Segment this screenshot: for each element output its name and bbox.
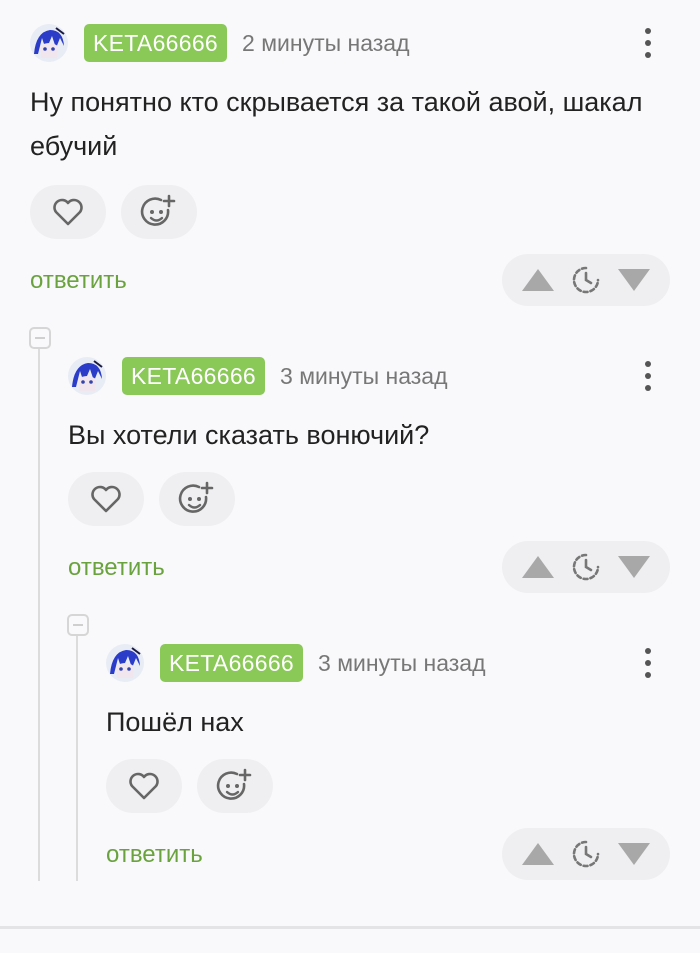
rating-control	[502, 541, 670, 593]
comment-time: 3 минуты назад	[280, 362, 448, 389]
thread-line-level-1	[38, 349, 40, 881]
avatar[interactable]	[68, 357, 106, 395]
add-reaction-button[interactable]	[197, 759, 273, 813]
username-badge[interactable]: KETA66666	[122, 357, 266, 395]
comment: KETA66666 3 минуты назад Пошёл нах ответ…	[106, 644, 700, 884]
more-vertical-icon[interactable]	[636, 26, 660, 60]
like-button[interactable]	[30, 185, 106, 239]
divider	[0, 926, 700, 929]
heart-icon	[129, 772, 159, 800]
heart-icon	[91, 485, 121, 513]
clock-icon[interactable]	[572, 840, 600, 868]
reply-link[interactable]: ответить	[30, 267, 127, 295]
like-button[interactable]	[106, 759, 182, 813]
arrow-down-icon[interactable]	[617, 555, 651, 579]
add-emoji-icon	[178, 481, 214, 513]
comment: KETA66666 3 минуты назад Вы хотели сказа…	[68, 357, 700, 597]
add-emoji-icon	[140, 194, 176, 226]
comment-time: 2 минуты назад	[242, 29, 410, 56]
add-reaction-button[interactable]	[121, 185, 197, 239]
comment-time: 3 минуты назад	[318, 649, 486, 676]
arrow-down-icon[interactable]	[617, 842, 651, 866]
comment-header: KETA66666 3 минуты назад	[106, 644, 700, 682]
arrow-down-icon[interactable]	[617, 268, 651, 292]
arrow-up-icon[interactable]	[521, 268, 555, 292]
comment-header: KETA66666 3 минуты назад	[68, 357, 700, 395]
arrow-up-icon[interactable]	[521, 842, 555, 866]
username-badge[interactable]: KETA66666	[160, 644, 304, 682]
like-button[interactable]	[68, 472, 144, 526]
comment-text: Пошёл нах	[106, 707, 244, 737]
rating-control	[502, 254, 670, 306]
clock-icon[interactable]	[572, 553, 600, 581]
add-emoji-icon	[216, 768, 252, 800]
clock-icon[interactable]	[572, 266, 600, 294]
reply-link[interactable]: ответить	[68, 554, 165, 582]
comment-header: KETA66666 2 минуты назад	[30, 24, 700, 62]
comment-text: Ну понятно кто скрывается за такой авой,…	[30, 87, 643, 161]
thread-line-level-2	[76, 636, 78, 881]
comment: KETA66666 2 минуты назад Ну понятно кто …	[30, 24, 700, 314]
username-badge[interactable]: KETA66666	[84, 24, 228, 62]
heart-icon	[53, 198, 83, 226]
reply-link[interactable]: ответить	[106, 841, 203, 869]
collapse-thread-button[interactable]	[67, 614, 89, 636]
add-reaction-button[interactable]	[159, 472, 235, 526]
more-vertical-icon[interactable]	[636, 359, 660, 393]
collapse-thread-button[interactable]	[29, 327, 51, 349]
avatar[interactable]	[30, 24, 68, 62]
arrow-up-icon[interactable]	[521, 555, 555, 579]
rating-control	[502, 828, 670, 880]
more-vertical-icon[interactable]	[636, 646, 660, 680]
avatar[interactable]	[106, 644, 144, 682]
comment-text: Вы хотели сказать вонючий?	[68, 420, 430, 450]
